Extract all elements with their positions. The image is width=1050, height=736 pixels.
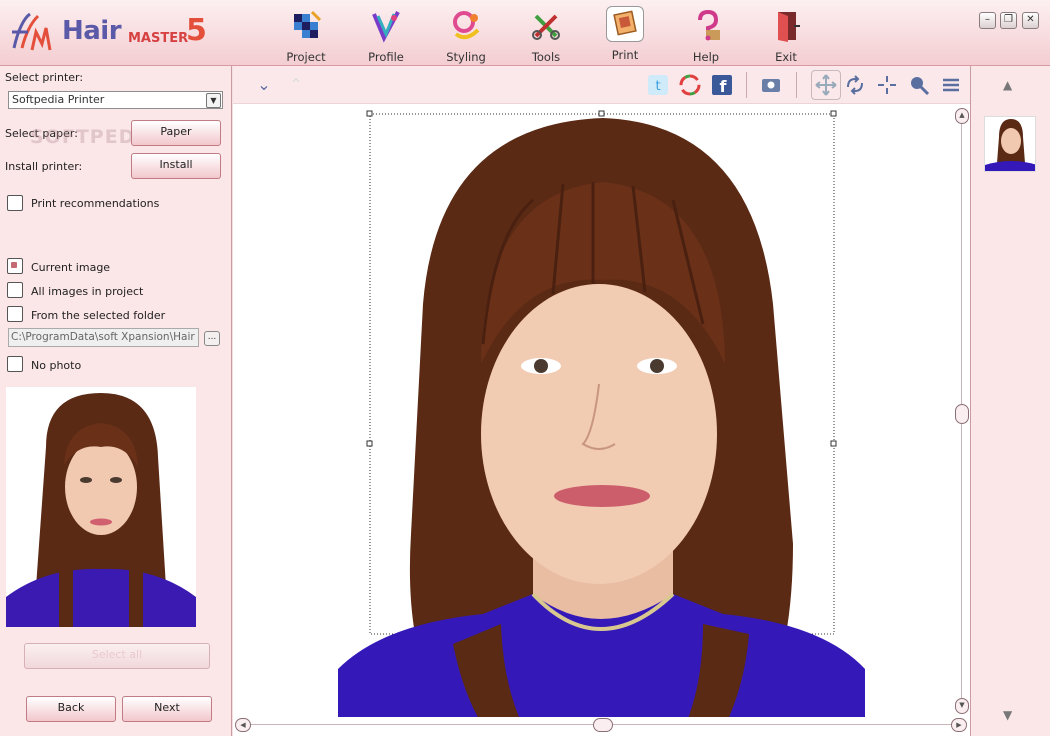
thumbnail-item[interactable] [984,116,1036,172]
zoom-icon[interactable] [908,74,930,96]
install-button[interactable]: Install [131,153,221,179]
thumbnail-panel: ▲ ▼ [970,66,1050,736]
printer-select-value: Softpedia Printer [12,93,105,106]
preview-toolbar: ⌄ ⌃ t f [233,66,970,104]
all-images-checkbox[interactable] [7,282,23,298]
scroll-left-icon[interactable]: ◀ [235,718,251,732]
print-options-panel: Select printer: Softpedia Printer ▼ Sele… [0,66,232,736]
tools-icon [532,14,560,40]
svg-text:t: t [655,79,660,94]
install-printer-label: Install printer: [5,160,83,173]
thumbnail-scroll-up-icon[interactable]: ▲ [1003,78,1012,92]
exit-icon [778,12,800,42]
facebook-icon[interactable]: f [711,74,733,96]
close-button[interactable]: ✕ [1022,12,1039,29]
all-images-label: All images in project [31,285,144,298]
toolbar-profile[interactable]: Profile [351,4,421,64]
print-preview-area: ⌄ ⌃ t f ▲ ▼ ◀ ▶ [233,66,970,736]
print-icon [606,6,644,42]
toolbar-label: Help [692,50,720,64]
chevron-down-icon[interactable]: ▼ [206,93,221,108]
current-image-label: Current image [31,261,111,274]
svg-text:f: f [720,77,728,96]
project-icon [294,10,322,38]
scroll-down-icon[interactable]: ▼ [955,698,969,714]
back-button[interactable]: Back [26,696,116,722]
scroll-thumb[interactable] [593,718,613,732]
printer-select[interactable]: Softpedia Printer ▼ [8,91,223,109]
chevron-up-icon[interactable]: ⌃ [285,74,307,96]
scroll-up-icon[interactable]: ▲ [955,108,969,124]
from-folder-checkbox[interactable] [7,306,23,322]
preview-image [6,387,196,627]
current-image-checkbox[interactable] [7,258,23,274]
toolbar-tools[interactable]: Tools [511,4,581,64]
toolbar-styling[interactable]: Styling [431,4,501,64]
portrait-preview [6,387,196,627]
logo-text: Hair [62,16,122,46]
crosshair-icon[interactable] [876,74,898,96]
toolbar-exit[interactable]: Exit [751,4,821,64]
portrait-main-image [233,104,953,726]
help-icon [698,9,720,41]
horizontal-scrollbar[interactable]: ◀ ▶ [233,717,970,736]
thumbnail-image [985,117,1035,171]
maximize-button[interactable]: ❐ [1000,12,1017,29]
share-icon[interactable] [679,74,701,96]
logo-version: 5 [186,13,207,48]
divider [746,72,747,98]
toolbar-project[interactable]: Project [271,4,341,64]
camera-icon[interactable] [760,74,782,96]
toolbar-label: Exit [775,50,797,64]
no-photo-label: No photo [31,359,82,372]
thumbnail-scroll-down-icon[interactable]: ▼ [1003,708,1012,722]
toolbar-label: Tools [531,50,561,64]
twitter-icon[interactable]: t [647,74,669,96]
toolbar-help[interactable]: Help [671,4,741,64]
toolbar-label: Styling [446,50,486,64]
app-header: Hair MASTER 5 Project Profile Styling To… [0,0,1050,66]
select-all-button[interactable]: Select all [24,643,210,669]
divider [796,72,797,98]
paper-button[interactable]: Paper [131,120,221,146]
logo-subtitle: MASTER [128,31,189,46]
select-printer-label: Select printer: [5,71,84,84]
profile-icon [372,11,400,43]
styling-icon [453,11,480,40]
toolbar-print[interactable]: Print [590,4,660,62]
next-button[interactable]: Next [122,696,212,722]
folder-path-field[interactable]: C:\ProgramData\soft Xpansion\Hair Ma [8,328,199,347]
browse-folder-button[interactable]: ... [204,331,220,346]
rotate-icon[interactable] [844,74,866,96]
from-folder-label: From the selected folder [31,309,166,322]
hm-logo-icon [12,12,52,51]
print-recommendations-label: Print recommendations [31,197,160,210]
toolbar-label: Print [611,48,639,62]
minimize-button[interactable]: – [979,12,996,29]
no-photo-checkbox[interactable] [7,356,23,372]
move-icon[interactable] [811,70,841,100]
toolbar-label: Project [286,50,326,64]
chevron-down-icon[interactable]: ⌄ [253,74,275,96]
scroll-thumb[interactable] [955,404,969,424]
vertical-scrollbar[interactable]: ▲ ▼ [953,104,970,719]
menu-icon[interactable] [940,74,962,96]
toolbar-label: Profile [368,50,404,64]
print-recommendations-checkbox[interactable] [7,195,23,211]
print-canvas[interactable] [233,104,953,726]
scroll-right-icon[interactable]: ▶ [951,718,967,732]
